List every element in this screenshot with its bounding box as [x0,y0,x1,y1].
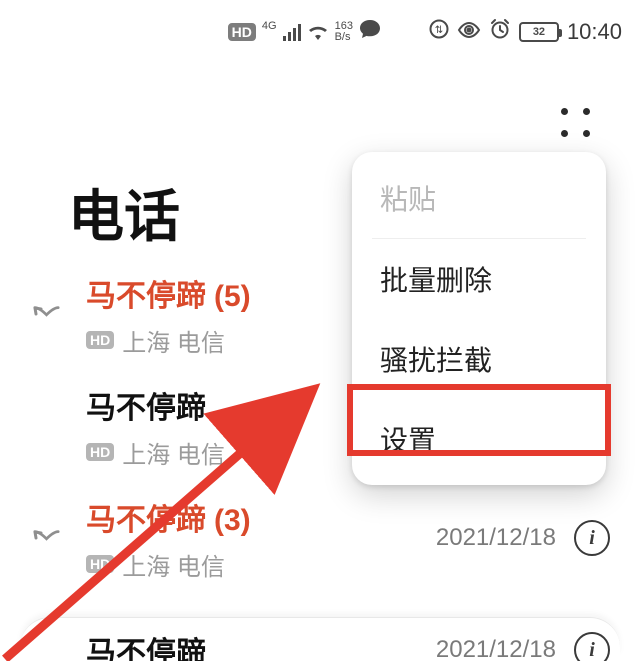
battery-pct: 32 [533,26,545,38]
status-circle-icon: ⇅ [429,19,449,45]
alarm-icon [489,18,511,46]
call-location: 上海 电信 [122,547,225,582]
call-location: 上海 电信 [122,435,225,470]
data-rate-label: 163 B/s [335,21,353,43]
menu-item-settings[interactable]: 设置 [352,399,606,479]
phone-screen: HD 4G 163 B/s ⇅ [0,0,640,661]
hd-badge-icon: HD [86,443,114,461]
call-date: 2021/12/18 [436,524,556,552]
call-main: 马不停蹄 (3) HD 上海 电信 [66,495,436,582]
call-name: 马不停蹄 (3) [86,495,436,539]
status-left: HD 4G 163 B/s [228,19,381,45]
network-gen-label: 4G [262,21,277,32]
svg-text:⇅: ⇅ [435,25,443,36]
battery-icon: 32 [519,22,559,42]
data-rate-unit: B/s [335,32,353,43]
wifi-icon [307,23,329,41]
hd-icon: HD [228,23,256,41]
call-sub: HD 上海 电信 [86,547,436,582]
call-name-text: 马不停蹄 [86,383,206,427]
menu-item-paste[interactable]: 粘贴 [352,158,606,238]
call-row[interactable]: 马不停蹄 (3) HD 上海 电信 2021/12/18 i [0,482,640,594]
info-button[interactable]: i [574,520,610,556]
status-bar: HD 4G 163 B/s ⇅ [0,0,640,64]
menu-item-spam-block[interactable]: 骚扰拦截 [352,319,606,399]
missed-call-icon [30,528,66,548]
hd-badge-icon: HD [86,555,114,573]
status-right: ⇅ 32 10:40 [429,18,622,46]
call-count: (5) [214,280,251,314]
signal-icon [283,23,301,41]
call-location: 上海 电信 [122,323,225,358]
bottom-sheet-edge [20,617,620,657]
call-count: (3) [214,504,251,538]
hd-badge-icon: HD [86,331,114,349]
chat-icon [359,19,381,45]
more-button[interactable] [561,108,595,142]
page-title: 电话 [68,172,180,253]
context-menu: 粘贴 批量删除 骚扰拦截 设置 [352,152,606,485]
clock-label: 10:40 [567,19,622,45]
call-name-text: 马不停蹄 [86,495,206,539]
call-name-text: 马不停蹄 [86,271,206,315]
eye-icon [457,21,481,44]
menu-item-batch-delete[interactable]: 批量删除 [352,239,606,319]
missed-call-icon [30,304,66,324]
